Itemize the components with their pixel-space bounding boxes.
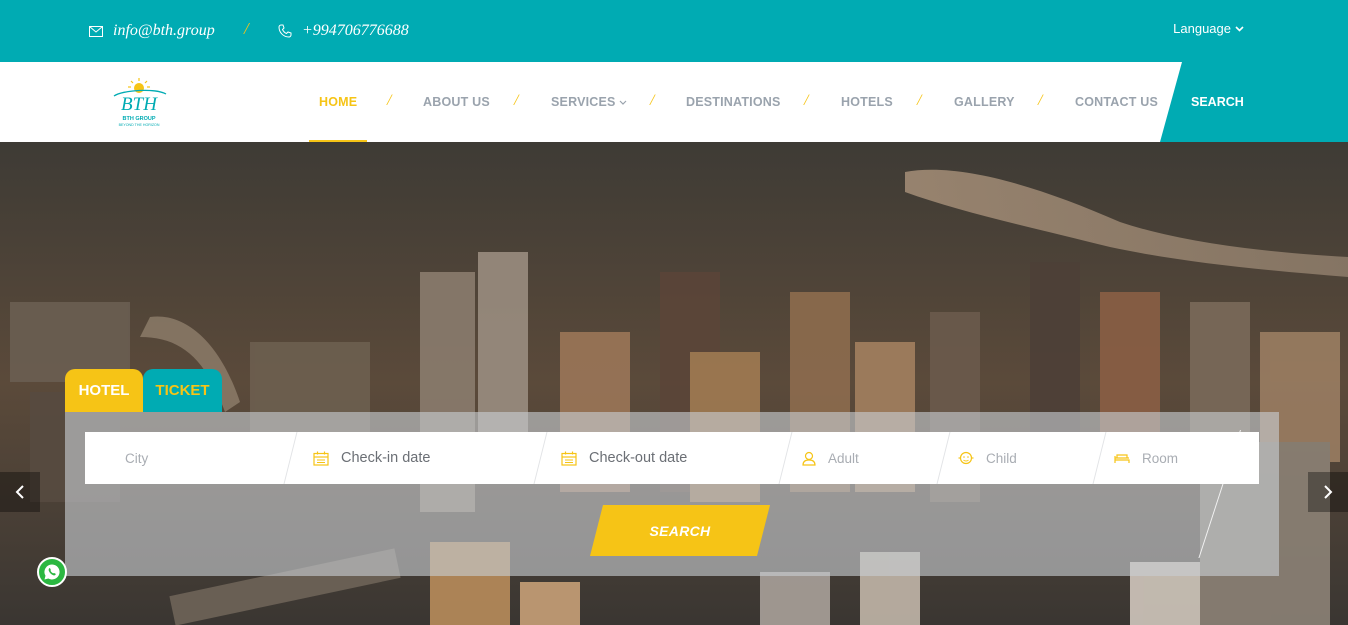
- nav-services[interactable]: SERVICES: [551, 62, 627, 142]
- email-link[interactable]: info@bth.group: [89, 0, 215, 62]
- nav-separator: /: [917, 92, 922, 109]
- bed-icon: [1114, 454, 1130, 463]
- slider-prev-button[interactable]: [0, 472, 40, 512]
- booking-tabs: HOTEL TICKET: [65, 369, 222, 412]
- nav-hotels-label: HOTELS: [841, 95, 893, 109]
- nav-destinations[interactable]: DESTINATIONS: [686, 62, 781, 142]
- child-input[interactable]: Child: [958, 432, 1017, 484]
- nav-home[interactable]: HOME: [319, 62, 357, 142]
- booking-search-button[interactable]: SEARCH: [590, 505, 770, 556]
- checkout-date-input[interactable]: Check-out date: [561, 432, 687, 484]
- nav-about-us-label: ABOUT US: [423, 95, 490, 109]
- tab-hotel[interactable]: HOTEL: [65, 369, 143, 412]
- calendar-icon: [313, 451, 329, 466]
- nav-search-label: SEARCH: [1191, 95, 1244, 109]
- main-navigation: BTH BTH GROUP BEYOND THE HORIZON HOME / …: [0, 62, 1348, 142]
- nav-hotels[interactable]: HOTELS: [841, 62, 893, 142]
- field-divider: [936, 432, 951, 484]
- logo-name: BTH GROUP: [123, 116, 156, 122]
- child-placeholder: Child: [986, 450, 1017, 466]
- chevron-down-icon: [619, 100, 627, 105]
- nav-separator: /: [387, 92, 392, 109]
- user-icon: [802, 451, 816, 466]
- slider-next-button[interactable]: [1308, 472, 1348, 512]
- language-selector[interactable]: Language: [1173, 21, 1244, 36]
- nav-separator: /: [1038, 92, 1043, 109]
- top-bar: info@bth.group / +994706776688 Language: [0, 0, 1348, 62]
- booking-search-label: SEARCH: [649, 522, 711, 539]
- field-divider: [778, 432, 793, 484]
- nav-home-label: HOME: [319, 95, 358, 109]
- calendar-icon: [561, 451, 577, 466]
- booking-fields: City Check-in date Check-out date Adult …: [85, 432, 1259, 484]
- phone-link[interactable]: +994706776688: [278, 0, 409, 62]
- email-text: info@bth.group: [113, 22, 215, 39]
- whatsapp-button[interactable]: [37, 557, 67, 587]
- chevron-down-icon: [1235, 25, 1244, 32]
- phone-text: +994706776688: [302, 22, 409, 39]
- checkin-date-input[interactable]: Check-in date: [313, 432, 430, 484]
- tab-ticket-label: TICKET: [155, 382, 210, 399]
- field-divider: [283, 432, 298, 484]
- adult-placeholder: Adult: [828, 450, 859, 466]
- nav-about-us[interactable]: ABOUT US: [423, 62, 490, 142]
- logo-tagline: BEYOND THE HORIZON: [119, 123, 160, 127]
- checkout-placeholder: Check-out date: [589, 450, 688, 466]
- chevron-left-icon: [15, 485, 24, 499]
- whatsapp-icon: [44, 564, 60, 580]
- nav-contact-us-label: CONTACT US: [1075, 95, 1159, 109]
- room-placeholder: Room: [1142, 450, 1179, 466]
- language-label: Language: [1173, 21, 1231, 36]
- field-divider: [1092, 432, 1107, 484]
- nav-separator: /: [650, 92, 655, 109]
- nav-gallery-label: GALLERY: [954, 95, 1015, 109]
- nav-separator: /: [804, 92, 809, 109]
- city-input[interactable]: City: [125, 432, 148, 484]
- tab-hotel-label: HOTEL: [78, 382, 130, 399]
- nav-contact-us[interactable]: CONTACT US: [1075, 62, 1158, 142]
- phone-icon: [278, 24, 292, 38]
- nav-gallery[interactable]: GALLERY: [954, 62, 1015, 142]
- field-divider: [533, 432, 548, 484]
- adult-input[interactable]: Adult: [802, 432, 859, 484]
- logo-mark: BTH: [121, 94, 158, 115]
- child-icon: [958, 451, 974, 465]
- nav-destinations-label: DESTINATIONS: [686, 95, 781, 109]
- envelope-icon: [89, 25, 103, 37]
- logo[interactable]: BTH BTH GROUP BEYOND THE HORIZON: [108, 76, 170, 132]
- city-placeholder: City: [125, 450, 149, 466]
- checkin-placeholder: Check-in date: [341, 450, 431, 466]
- room-input[interactable]: Room: [1114, 432, 1178, 484]
- chevron-right-icon: [1324, 485, 1333, 499]
- nav-separator: /: [514, 92, 519, 109]
- nav-services-label: SERVICES: [551, 95, 616, 109]
- nav-search-button[interactable]: SEARCH: [1160, 62, 1348, 142]
- tab-ticket[interactable]: TICKET: [143, 369, 222, 412]
- topbar-separator: /: [244, 19, 249, 38]
